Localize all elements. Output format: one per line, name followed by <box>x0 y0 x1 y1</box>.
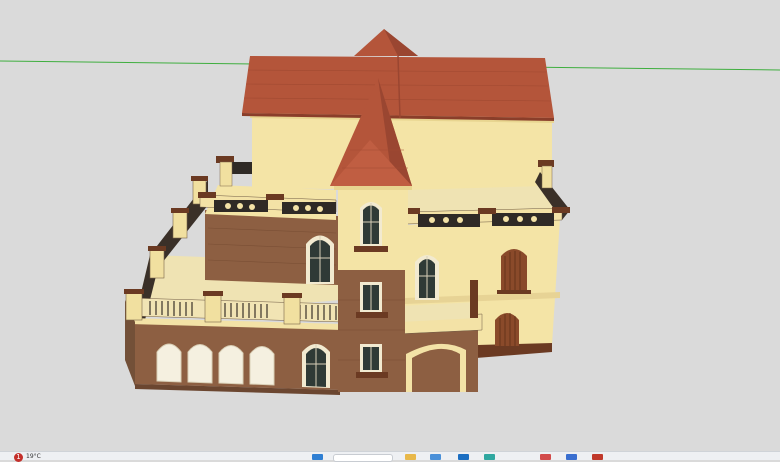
edge-icon[interactable] <box>312 454 323 460</box>
app-blue-icon[interactable] <box>566 454 577 460</box>
sketchup-icon[interactable] <box>592 454 603 460</box>
taskbar-search-box[interactable] <box>333 454 393 462</box>
store-icon[interactable] <box>430 454 441 460</box>
weather-status[interactable]: 19°C <box>26 453 41 461</box>
villa-3d-model[interactable] <box>0 0 780 451</box>
explorer-icon[interactable] <box>405 454 416 460</box>
photos-icon[interactable] <box>484 454 495 460</box>
sketchup-viewport[interactable] <box>0 0 780 451</box>
mail-icon[interactable] <box>458 454 469 460</box>
app-red-icon[interactable] <box>540 454 551 460</box>
right-wing <box>395 160 570 392</box>
notification-badge[interactable]: 1 <box>14 453 23 462</box>
